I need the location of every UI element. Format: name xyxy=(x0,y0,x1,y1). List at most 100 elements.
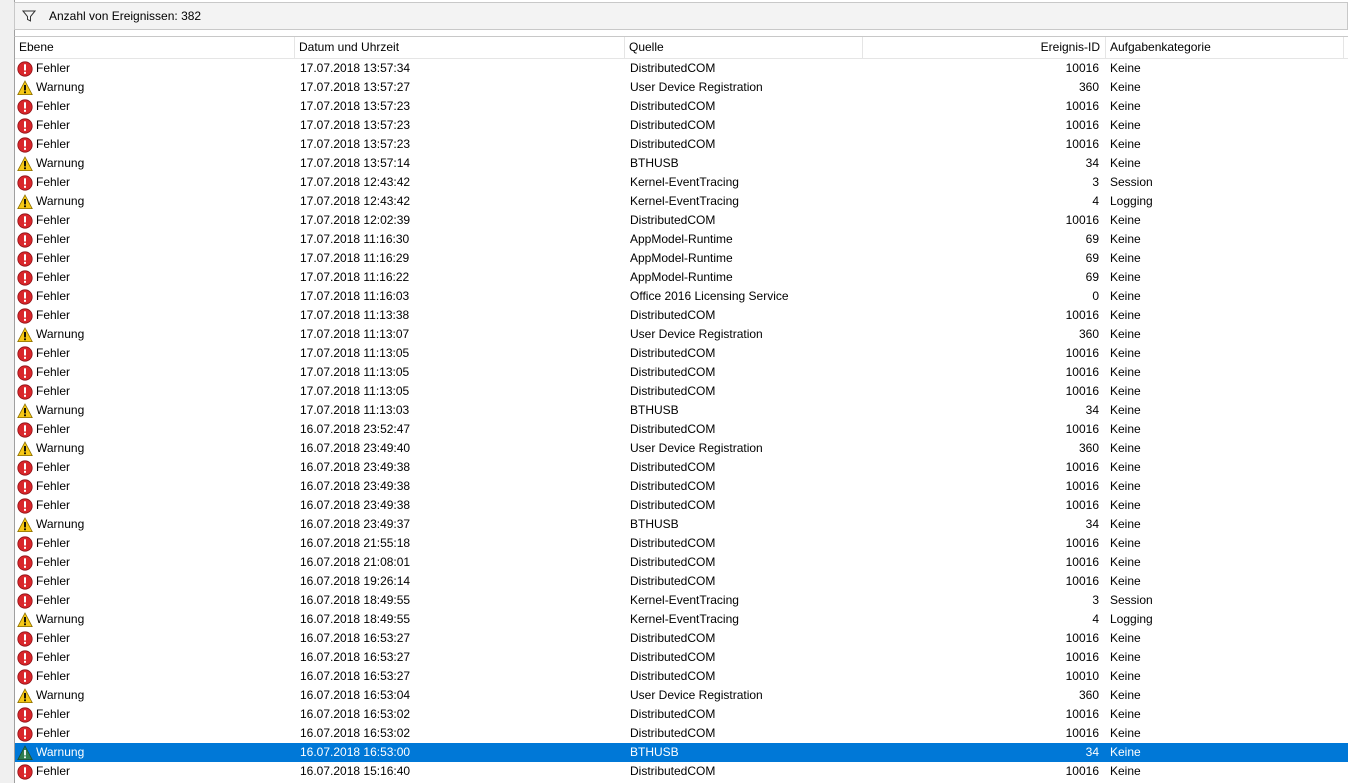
event-id-cell: 360 xyxy=(1078,688,1099,702)
table-row[interactable]: Fehler 17.07.2018 11:16:30 AppModel-Runtim… xyxy=(15,230,1348,249)
date-cell: 16.07.2018 15:16:40 xyxy=(300,764,411,778)
column-header-event-id[interactable]: Ereignis-ID xyxy=(863,37,1106,58)
column-header-category[interactable]: Aufgabenkategorie xyxy=(1106,37,1344,58)
error-icon xyxy=(17,649,33,666)
table-row[interactable]: Fehler 16.07.2018 16:53:27 DistributedCOM 1… xyxy=(15,667,1348,686)
table-row[interactable]: Fehler 17.07.2018 13:57:23 DistributedCOM 1… xyxy=(15,116,1348,135)
table-row[interactable]: Fehler 17.07.2018 11:13:38 DistributedCOM 1… xyxy=(15,306,1348,325)
event-id-cell: 10016 xyxy=(1065,707,1099,721)
table-row[interactable]: Warnung 16.07.2018 16:53:04 User Device Re… xyxy=(15,686,1348,705)
event-id-cell: 10016 xyxy=(1065,118,1099,132)
category-cell: Keine xyxy=(1110,574,1141,588)
table-row[interactable]: Warnung 17.07.2018 13:57:27 User Device Re… xyxy=(15,78,1348,97)
date-cell: 16.07.2018 16:53:04 xyxy=(300,688,411,702)
category-cell: Logging xyxy=(1110,612,1153,626)
event-list[interactable]: Ebene Datum und Uhrzeit Quelle Ereignis-… xyxy=(14,36,1348,783)
table-row[interactable]: Fehler 16.07.2018 15:16:40 DistributedCOM 1… xyxy=(15,762,1348,781)
level-cell: Fehler xyxy=(17,211,295,230)
level-cell: Warnung xyxy=(17,515,295,534)
source-cell: DistributedCOM xyxy=(630,137,716,151)
level-cell: Fehler xyxy=(17,534,295,553)
warning-icon xyxy=(17,326,33,343)
event-id-cell: 360 xyxy=(1078,80,1099,94)
table-row[interactable]: Fehler 17.07.2018 11:13:05 DistributedCOM 1… xyxy=(15,363,1348,382)
table-row[interactable]: Warnung 16.07.2018 18:49:55 Kernel-EventTr… xyxy=(15,610,1348,629)
table-row[interactable]: Warnung 17.07.2018 11:13:07 User Device Re… xyxy=(15,325,1348,344)
category-cell: Keine xyxy=(1110,536,1141,550)
table-row[interactable]: Warnung 17.07.2018 12:43:42 Kernel-EventTr… xyxy=(15,192,1348,211)
level-cell: Fehler xyxy=(17,458,295,477)
table-row[interactable]: Fehler 17.07.2018 11:16:03 Office 2016 Lic… xyxy=(15,287,1348,306)
level-text: Warnung xyxy=(36,441,85,455)
level-cell: Fehler xyxy=(17,591,295,610)
table-row[interactable]: Fehler 17.07.2018 11:16:22 AppModel-Runtim… xyxy=(15,268,1348,287)
table-row[interactable]: Fehler 16.07.2018 18:49:55 Kernel-EventTra… xyxy=(15,591,1348,610)
table-row[interactable]: Fehler 16.07.2018 21:08:01 DistributedCOM 1… xyxy=(15,553,1348,572)
filter-icon[interactable] xyxy=(19,6,39,26)
table-row[interactable]: Fehler 17.07.2018 13:57:34 DistributedCOM 1… xyxy=(15,59,1348,78)
table-row[interactable]: Fehler 17.07.2018 12:43:42 Kernel-EventTra… xyxy=(15,173,1348,192)
source-cell: DistributedCOM xyxy=(630,346,716,360)
table-row[interactable]: Fehler 16.07.2018 16:53:02 DistributedCOM 1… xyxy=(15,724,1348,743)
warning-icon xyxy=(17,687,33,704)
table-row[interactable]: Fehler 17.07.2018 11:13:05 DistributedCOM 1… xyxy=(15,382,1348,401)
category-cell: Keine xyxy=(1110,289,1141,303)
level-cell: Fehler xyxy=(17,306,295,325)
table-row[interactable]: Fehler 17.07.2018 13:57:23 DistributedCOM 1… xyxy=(15,97,1348,116)
table-row[interactable]: Fehler 17.07.2018 12:02:39 DistributedCOM 1… xyxy=(15,211,1348,230)
event-id-cell: 10016 xyxy=(1065,61,1099,75)
table-row[interactable]: Fehler 17.07.2018 11:13:05 DistributedCOM 1… xyxy=(15,344,1348,363)
level-cell: Warnung xyxy=(17,78,295,97)
source-cell: User Device Registration xyxy=(630,688,763,702)
table-row[interactable]: Warnung 16.07.2018 23:49:40 User Device Re… xyxy=(15,439,1348,458)
table-row[interactable]: Fehler 17.07.2018 11:16:29 AppModel-Runtim… xyxy=(15,249,1348,268)
error-icon xyxy=(17,174,33,191)
category-cell: Keine xyxy=(1110,764,1141,778)
table-row-selected[interactable]: Warnung 16.07.2018 16:53:00 BTHUSB 34 Keine xyxy=(15,743,1348,762)
level-cell: Fehler xyxy=(17,268,295,287)
source-cell: User Device Registration xyxy=(630,80,763,94)
column-header-date[interactable]: Datum und Uhrzeit xyxy=(295,37,625,58)
table-row[interactable]: Fehler 16.07.2018 19:26:14 DistributedCOM 1… xyxy=(15,572,1348,591)
event-id-cell: 3 xyxy=(1092,175,1099,189)
level-cell: Fehler xyxy=(17,363,295,382)
table-row[interactable]: Fehler 16.07.2018 16:53:27 DistributedCOM 1… xyxy=(15,629,1348,648)
date-cell: 16.07.2018 16:53:27 xyxy=(300,669,411,683)
table-row[interactable]: Fehler 16.07.2018 16:53:27 DistributedCOM 1… xyxy=(15,648,1348,667)
table-row[interactable]: Fehler 16.07.2018 21:55:18 DistributedCOM 1… xyxy=(15,534,1348,553)
level-text: Fehler xyxy=(36,289,71,303)
error-icon xyxy=(17,60,33,77)
level-text: Warnung xyxy=(36,745,85,759)
error-icon xyxy=(17,288,33,305)
category-cell: Keine xyxy=(1110,498,1141,512)
source-cell: DistributedCOM xyxy=(630,118,716,132)
level-cell: Warnung xyxy=(17,325,295,344)
date-cell: 16.07.2018 21:55:18 xyxy=(300,536,411,550)
source-cell: DistributedCOM xyxy=(630,213,716,227)
column-header-level[interactable]: Ebene xyxy=(15,37,295,58)
column-header-row: Ebene Datum und Uhrzeit Quelle Ereignis-… xyxy=(15,37,1348,59)
table-row[interactable]: Fehler 16.07.2018 23:49:38 DistributedCOM 1… xyxy=(15,458,1348,477)
category-cell: Keine xyxy=(1110,137,1141,151)
level-cell: Fehler xyxy=(17,648,295,667)
date-cell: 16.07.2018 23:49:37 xyxy=(300,517,411,531)
table-row[interactable]: Warnung 16.07.2018 23:49:37 BTHUSB 34 Keine xyxy=(15,515,1348,534)
table-row[interactable]: Fehler 16.07.2018 23:52:47 DistributedCOM 1… xyxy=(15,420,1348,439)
table-row[interactable]: Fehler 16.07.2018 16:53:02 DistributedCOM 1… xyxy=(15,705,1348,724)
column-header-source[interactable]: Quelle xyxy=(625,37,863,58)
level-text: Warnung xyxy=(36,688,85,702)
level-cell: Warnung xyxy=(17,154,295,173)
category-cell: Keine xyxy=(1110,232,1141,246)
table-row[interactable]: Warnung 17.07.2018 11:13:03 BTHUSB 34 Keine xyxy=(15,401,1348,420)
level-text: Fehler xyxy=(36,118,71,132)
error-icon xyxy=(17,383,33,400)
table-row[interactable]: Fehler 17.07.2018 13:57:23 DistributedCOM 1… xyxy=(15,135,1348,154)
table-row[interactable]: Fehler 16.07.2018 23:49:38 DistributedCOM 1… xyxy=(15,477,1348,496)
category-cell: Logging xyxy=(1110,194,1153,208)
table-row[interactable]: Fehler 16.07.2018 23:49:38 DistributedCOM 1… xyxy=(15,496,1348,515)
table-row[interactable]: Warnung 17.07.2018 13:57:14 BTHUSB 34 Keine xyxy=(15,154,1348,173)
level-text: Warnung xyxy=(36,327,85,341)
level-text: Fehler xyxy=(36,764,71,778)
category-cell: Keine xyxy=(1110,707,1141,721)
category-cell: Session xyxy=(1110,593,1153,607)
